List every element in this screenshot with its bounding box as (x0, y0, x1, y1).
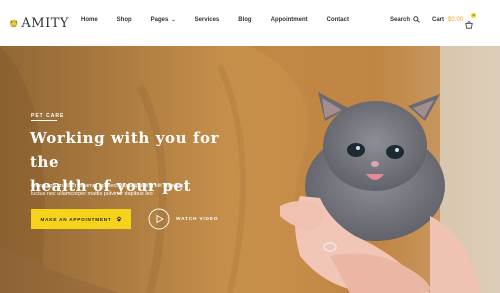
hero-headline-line1: Working with you for the (30, 129, 220, 171)
hero-lead-line2: luctus nec ullamcorper mattis pulvinar d… (31, 191, 153, 197)
nav-item-blog[interactable]: Blog (238, 17, 251, 23)
paw-icon (116, 216, 121, 222)
nav-item-contact[interactable]: Contact (327, 17, 349, 23)
nav-item-appointment[interactable]: Appointment (271, 17, 308, 23)
cart-count-badge: 0 (471, 13, 477, 18)
hero-eyebrow: PET CARE (31, 113, 65, 119)
cart-label: Cart (432, 17, 445, 23)
hero-section: PET CARE Working with you for the health… (0, 46, 500, 293)
nav-item-services[interactable]: Services (195, 17, 220, 23)
search-button[interactable]: Search (390, 16, 420, 23)
main-nav: Home Shop Pages ⌄ Services Blog Appointme… (81, 17, 368, 23)
play-icon (148, 208, 170, 230)
chevron-down-icon: ⌄ (171, 17, 176, 23)
brand-wordmark: MITY (31, 15, 69, 31)
make-appointment-label: Make an appointment (40, 216, 112, 222)
search-icon (413, 16, 420, 23)
nav-item-pages[interactable]: Pages ⌄ (151, 17, 176, 23)
nav-item-home[interactable]: Home (81, 17, 98, 23)
brand-name: AMITY (21, 16, 69, 31)
watch-video-button[interactable]: Watch video (148, 208, 218, 230)
cat-logo-icon (9, 19, 18, 28)
hero-lead-line1: Lorem ipsum dolor sit amet consectetur a… (31, 183, 184, 189)
cart-icon: 0 (465, 13, 477, 29)
site-header: AMITY Home Shop Pages ⌄ Services Blog App… (0, 0, 500, 46)
make-appointment-button[interactable]: Make an appointment (31, 209, 131, 229)
logo[interactable]: AMITY (9, 9, 69, 37)
eyebrow-divider (31, 120, 57, 121)
nav-item-shop[interactable]: Shop (117, 17, 132, 23)
nav-item-pages-label: Pages (150, 17, 169, 23)
cart-amount: $0.00 (448, 17, 464, 23)
search-label: Search (390, 16, 411, 23)
watch-video-label: Watch video (176, 216, 219, 222)
cart-button[interactable]: Cart $0.00 0 (432, 13, 477, 29)
brand-initial: A (21, 15, 32, 31)
hero-lead: Lorem ipsum dolor sit amet consectetur a… (31, 182, 201, 198)
